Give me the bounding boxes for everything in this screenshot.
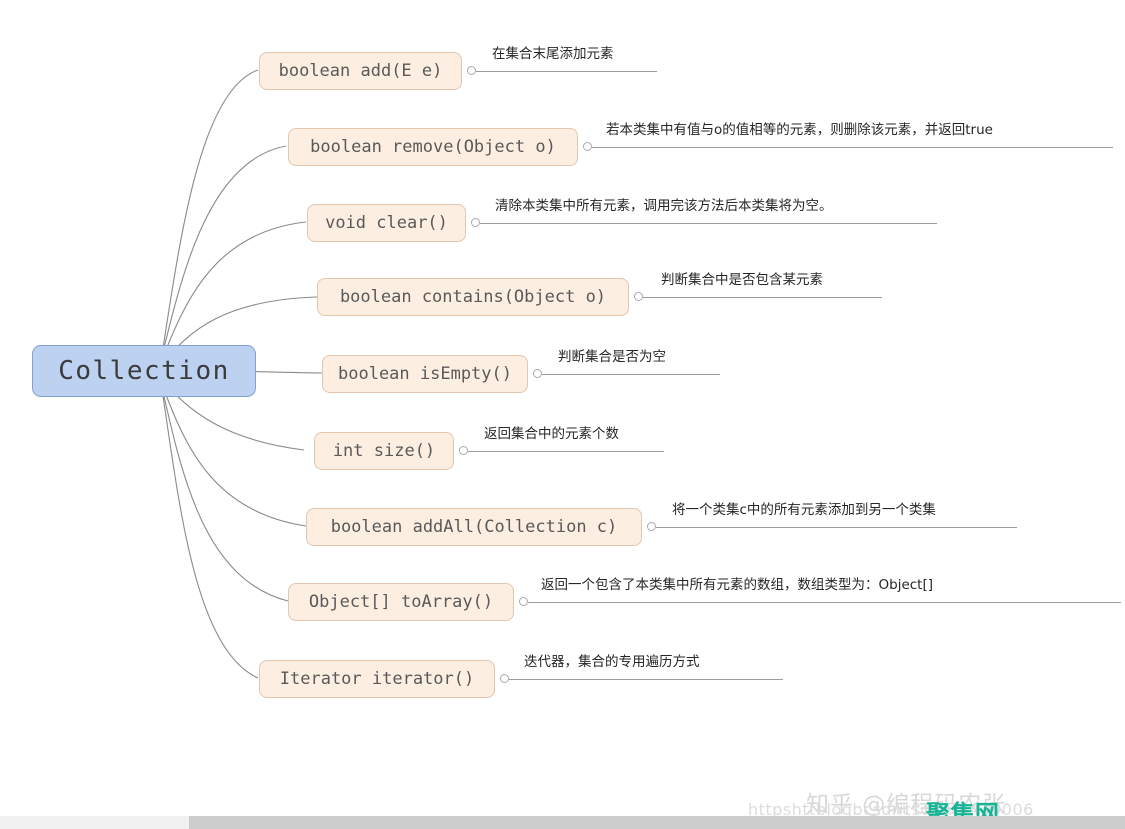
connector-line xyxy=(162,386,307,527)
note-ring xyxy=(459,446,468,455)
method-signature: int size() xyxy=(332,441,436,461)
method-node-add[interactable]: boolean add(E e) xyxy=(259,52,462,90)
connector-line xyxy=(162,145,287,353)
note-clear: 清除本类集中所有元素，调用完该方法后本类集将为空。 xyxy=(495,198,833,214)
note-underline xyxy=(468,451,664,452)
method-signature: boolean isEmpty() xyxy=(338,364,512,384)
note-ring xyxy=(647,522,656,531)
connector-line xyxy=(162,221,307,358)
note-remove: 若本类集中有值与o的值相等的元素，则删除该元素，并返回true xyxy=(606,122,993,138)
method-signature: boolean add(E e) xyxy=(278,61,443,81)
method-node-isempty[interactable]: boolean isEmpty() xyxy=(322,355,528,393)
connector-line xyxy=(162,395,259,679)
method-node-contains[interactable]: boolean contains(Object o) xyxy=(317,278,629,316)
note-underline xyxy=(509,679,783,680)
method-signature: Iterator iterator() xyxy=(279,669,475,689)
note-ring xyxy=(634,292,643,301)
note-underline xyxy=(480,223,937,224)
note-underline xyxy=(528,602,1121,603)
method-signature: boolean addAll(Collection c) xyxy=(330,517,618,537)
method-signature: boolean contains(Object o) xyxy=(339,287,607,307)
method-node-iterator[interactable]: Iterator iterator() xyxy=(259,660,495,698)
method-node-addall[interactable]: boolean addAll(Collection c) xyxy=(306,508,642,546)
method-node-toarray[interactable]: Object[] toArray() xyxy=(288,583,514,621)
method-node-size[interactable]: int size() xyxy=(314,432,454,470)
note-underline xyxy=(643,297,882,298)
note-ring xyxy=(467,66,476,75)
note-ring xyxy=(500,674,509,683)
method-node-clear[interactable]: void clear() xyxy=(307,204,466,242)
note-ring xyxy=(519,597,528,606)
method-signature: boolean remove(Object o) xyxy=(310,137,556,157)
root-node-label: Collection xyxy=(58,356,230,386)
root-node-collection[interactable]: Collection xyxy=(32,345,256,397)
note-underline xyxy=(476,71,657,72)
note-toarray: 返回一个包含了本类集中所有元素的数组，数组类型为：Object[] xyxy=(541,577,934,593)
note-underline xyxy=(656,527,1017,528)
note-ring xyxy=(471,218,480,227)
note-size: 返回集合中的元素个数 xyxy=(484,426,619,442)
note-contains: 判断集合中是否包含某元素 xyxy=(661,272,823,288)
mindmap-canvas: Collection boolean add(E e) 在集合末尾添加元素 bo… xyxy=(0,0,1125,829)
connector-line xyxy=(162,69,259,349)
note-isempty: 判断集合是否为空 xyxy=(558,349,666,365)
method-signature: Object[] toArray() xyxy=(308,592,494,612)
method-node-remove[interactable]: boolean remove(Object o) xyxy=(288,128,578,166)
horizontal-scrollbar-track[interactable] xyxy=(0,816,1125,829)
note-underline xyxy=(592,147,1113,148)
note-addall: 将一个类集c中的所有元素添加到另一个类集 xyxy=(672,502,936,518)
note-iterator: 迭代器，集合的专用遍历方式 xyxy=(524,654,700,670)
method-signature: void clear() xyxy=(325,213,448,233)
note-ring xyxy=(533,369,542,378)
note-underline xyxy=(542,374,720,375)
horizontal-scrollbar-thumb[interactable] xyxy=(189,816,1125,829)
connector-line xyxy=(162,391,289,602)
note-ring xyxy=(583,142,592,151)
note-add: 在集合末尾添加元素 xyxy=(492,46,614,62)
